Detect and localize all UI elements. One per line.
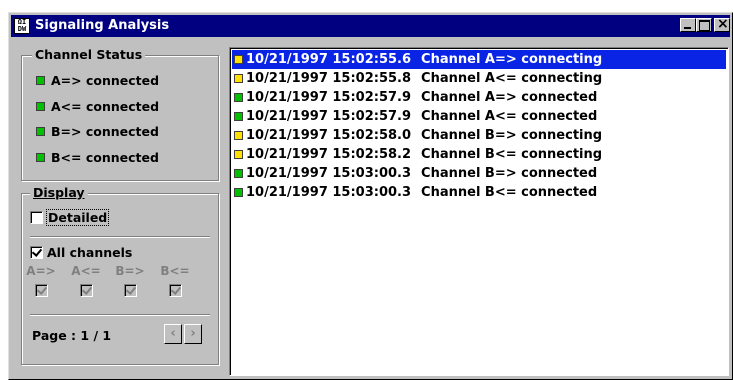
log-row[interactable]: 10/21/1997 15:02:58.0 Channel B=> connec… <box>232 126 726 145</box>
channel-status-legend: Channel Status <box>32 47 146 62</box>
log-row[interactable]: 10/21/1997 15:03:00.3 Channel B<= connec… <box>232 183 726 202</box>
log-message: Channel A=> connecting <box>421 52 603 67</box>
log-message: Channel A=> connected <box>421 90 598 105</box>
channel-a-in-checkbox[interactable] <box>79 284 93 297</box>
title-bar[interactable]: ΩI DW Signaling Analysis × <box>11 15 730 37</box>
status-item-label: B<= connected <box>51 149 159 165</box>
channel-label: A=> <box>26 264 56 278</box>
status-item-label: B=> connected <box>51 123 159 139</box>
channel-b-out-checkbox[interactable] <box>123 284 137 297</box>
log-row[interactable]: 10/21/1997 15:02:57.9 Channel A<= connec… <box>232 107 726 126</box>
minimize-button[interactable] <box>680 18 696 32</box>
log-row[interactable]: 10/21/1997 15:02:57.9 Channel A=> connec… <box>232 88 726 107</box>
status-item-b-out: B=> connected <box>36 122 159 140</box>
log-timestamp: 10/21/1997 15:02:57.9 <box>246 109 412 124</box>
log-timestamp: 10/21/1997 15:02:55.6 <box>246 52 412 67</box>
status-led-icon <box>36 101 45 111</box>
log-row[interactable]: 10/21/1997 15:02:58.2 Channel B<= connec… <box>232 145 726 164</box>
all-channels-checkbox-row[interactable]: All channels <box>30 245 132 260</box>
log-message: Channel B=> connected <box>421 166 598 181</box>
log-timestamp: 10/21/1997 15:03:00.3 <box>246 185 412 200</box>
detailed-label: Detailed <box>45 209 110 226</box>
chevron-right-icon: › <box>190 326 196 341</box>
channel-column-a-out: A=> <box>26 264 56 300</box>
prev-page-button[interactable]: ‹ <box>164 324 182 344</box>
status-item-label: A=> connected <box>51 72 160 88</box>
log-timestamp: 10/21/1997 15:02:58.2 <box>246 147 412 162</box>
status-square-icon <box>234 188 243 197</box>
log-timestamp: 10/21/1997 15:02:58.0 <box>246 128 412 143</box>
log-message: Channel A<= connecting <box>421 71 603 86</box>
log-message: Channel B=> connecting <box>421 128 603 143</box>
log-timestamp: 10/21/1997 15:03:00.3 <box>246 166 412 181</box>
log-row[interactable]: 10/21/1997 15:02:55.8 Channel A<= connec… <box>232 69 726 88</box>
status-square-icon <box>234 131 243 140</box>
status-square-icon <box>234 74 243 83</box>
close-button[interactable]: × <box>714 16 730 32</box>
channel-column-b-out: B=> <box>115 264 145 300</box>
channel-b-in-checkbox[interactable] <box>168 284 182 297</box>
status-item-a-in: A<= connected <box>36 97 159 115</box>
channel-a-out-checkbox[interactable] <box>34 284 48 297</box>
log-timestamp: 10/21/1997 15:02:55.8 <box>246 71 412 86</box>
display-divider <box>30 236 210 238</box>
channel-column-a-in: A<= <box>71 264 101 300</box>
log-row[interactable]: 10/21/1997 15:02:55.6 Channel A=> connec… <box>232 50 726 69</box>
all-channels-label: All channels <box>47 245 133 260</box>
channel-label: B=> <box>115 264 145 278</box>
all-channels-checkbox[interactable] <box>30 246 43 259</box>
app-icon[interactable]: ΩI DW <box>14 18 30 34</box>
status-led-icon <box>36 152 45 162</box>
detailed-checkbox-row[interactable]: Detailed <box>30 209 110 226</box>
channel-column-b-in: B<= <box>160 264 190 300</box>
status-item-b-in: B<= connected <box>36 148 159 166</box>
detailed-checkbox[interactable] <box>30 211 43 224</box>
display-group: Display Detailed All channels A=> A<= B=… <box>21 185 219 365</box>
status-square-icon <box>234 112 243 121</box>
status-square-icon <box>234 93 243 102</box>
status-item-a-out: A=> connected <box>36 71 159 89</box>
channel-status-group: Channel Status A=> connected A<= connect… <box>21 47 219 181</box>
status-led-icon <box>36 126 45 136</box>
maximize-button[interactable] <box>696 18 712 32</box>
window-title: Signaling Analysis <box>35 18 170 33</box>
log-message: Channel A<= connected <box>421 109 598 124</box>
log-timestamp: 10/21/1997 15:02:57.9 <box>246 90 412 105</box>
log-message: Channel B<= connected <box>421 185 598 200</box>
status-square-icon <box>234 55 243 64</box>
next-page-button[interactable]: › <box>184 324 202 344</box>
page-indicator: Page : 1 / 1 <box>32 328 112 343</box>
chevron-left-icon: ‹ <box>170 326 176 341</box>
channel-label: B<= <box>160 264 190 278</box>
pager-divider <box>30 314 210 316</box>
close-icon: × <box>717 16 729 32</box>
event-log-list[interactable]: 10/21/1997 15:02:55.6 Channel A=> connec… <box>229 47 729 376</box>
signaling-analysis-window: ΩI DW Signaling Analysis × Channel Statu… <box>8 12 733 380</box>
log-message: Channel B<= connecting <box>421 147 603 162</box>
channel-label: A<= <box>71 264 101 278</box>
status-led-icon <box>36 75 45 85</box>
status-item-label: A<= connected <box>51 98 160 114</box>
status-square-icon <box>234 150 243 159</box>
display-legend: Display <box>30 185 88 200</box>
status-square-icon <box>234 169 243 178</box>
log-row[interactable]: 10/21/1997 15:03:00.3 Channel B=> connec… <box>232 164 726 183</box>
